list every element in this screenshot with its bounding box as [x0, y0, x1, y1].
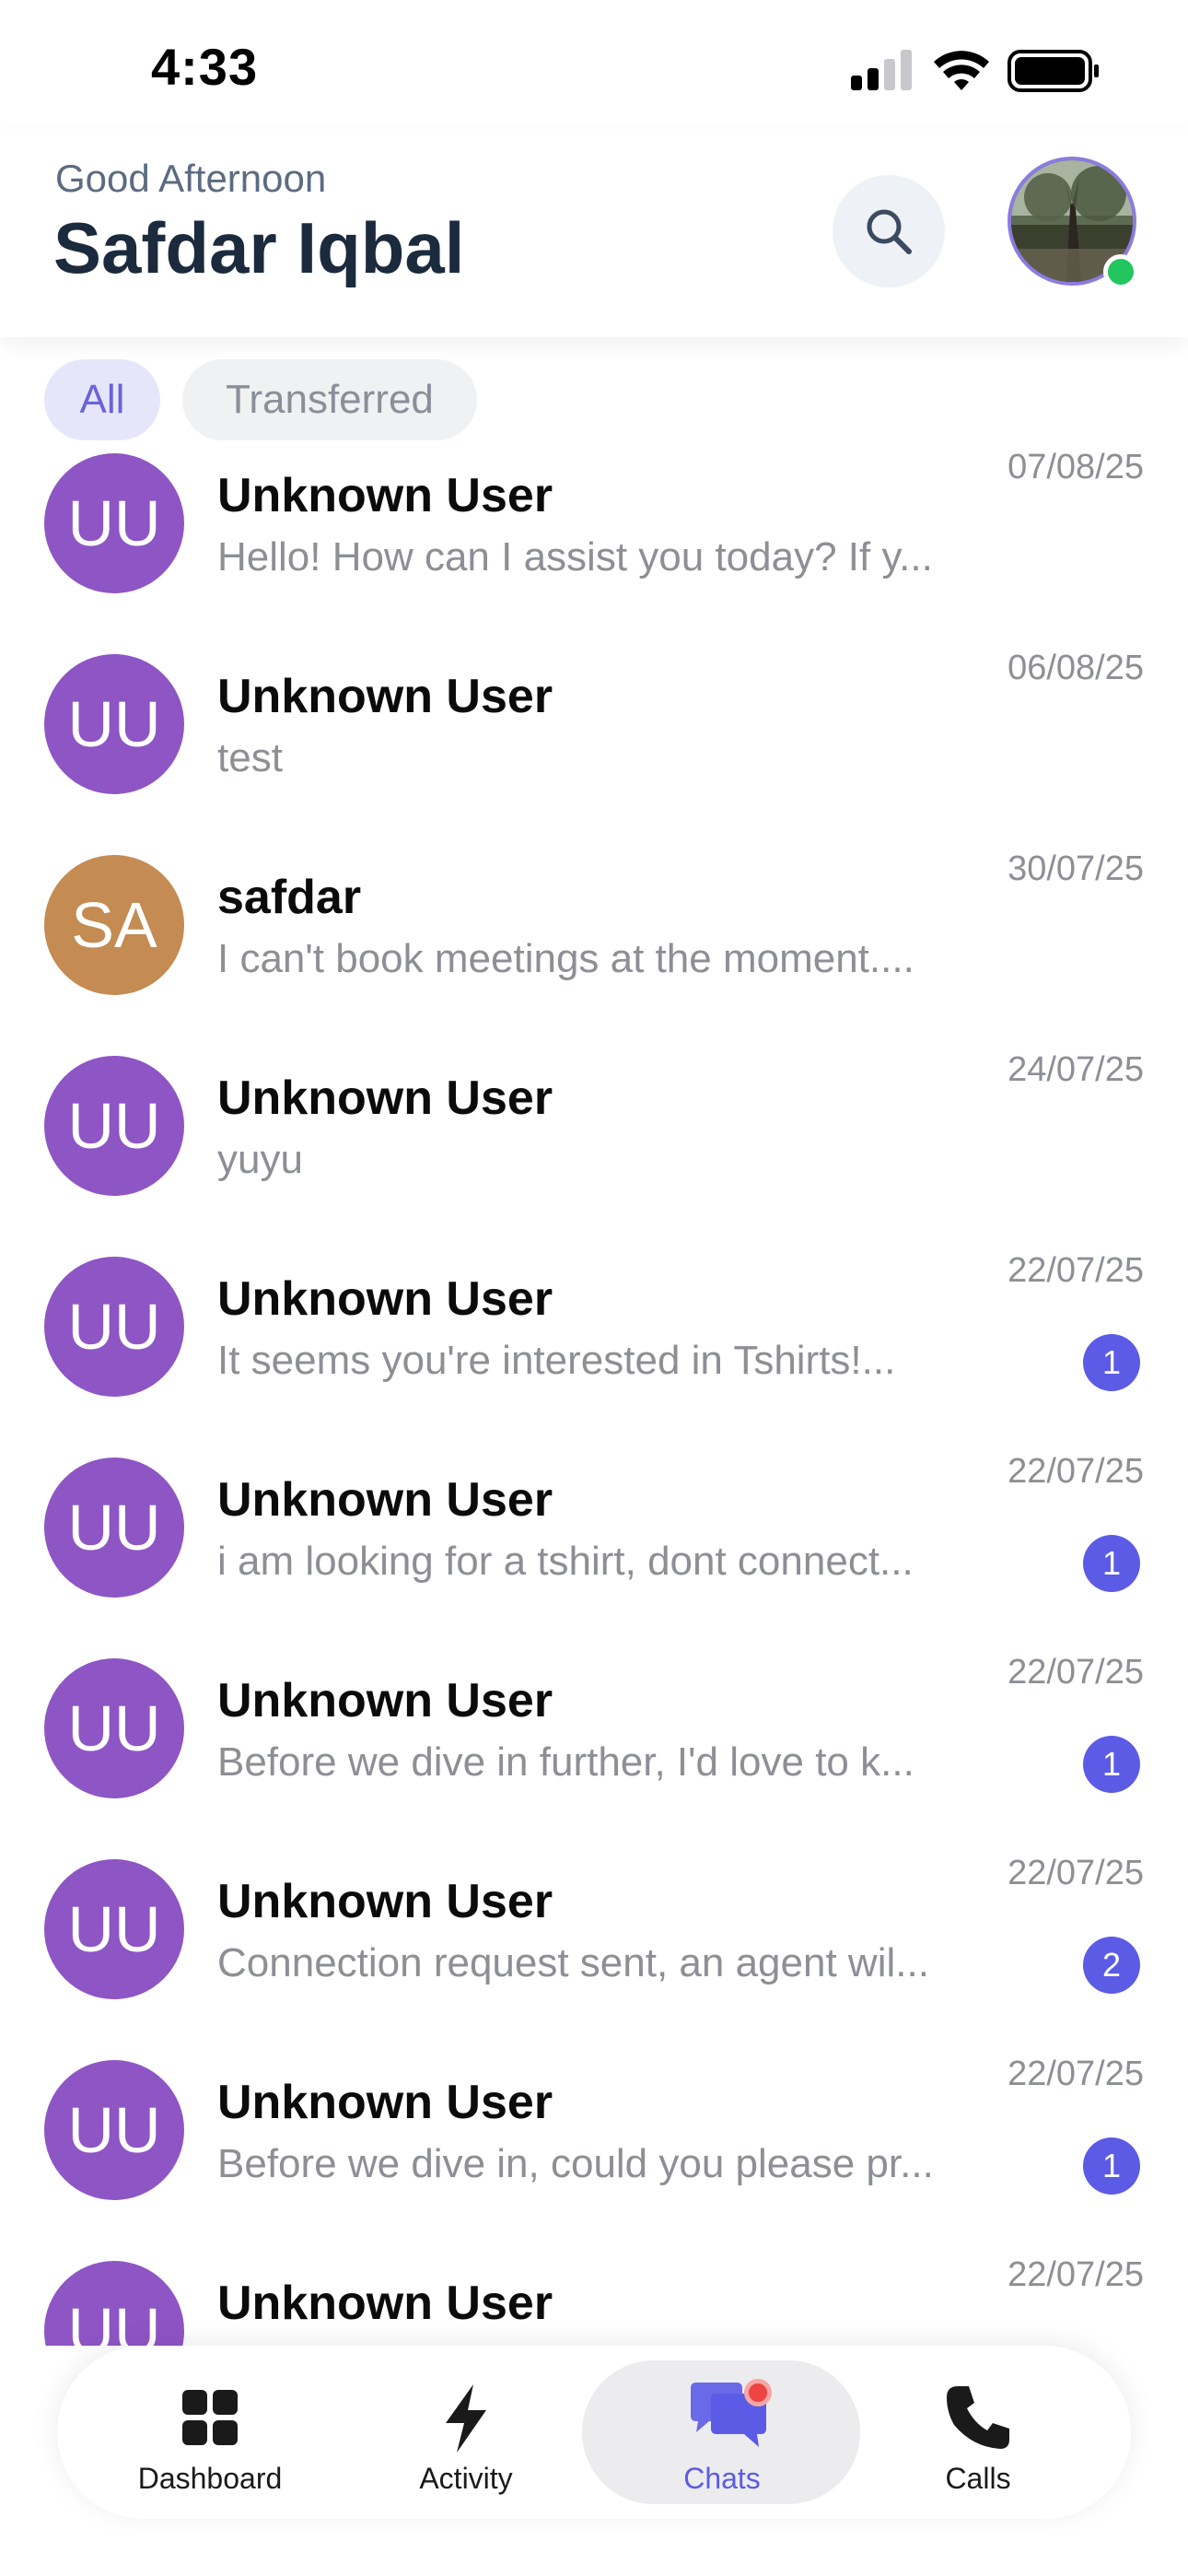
nav-label: Dashboard: [137, 2462, 283, 2495]
contact-name: Unknown User: [217, 1272, 553, 1326]
message-preview: yuyu: [217, 1137, 303, 1182]
signal-wifi-battery-icons: [851, 50, 1099, 92]
greeting-text: Good Afternoon: [55, 157, 327, 200]
unread-count-badge: 2: [1083, 1937, 1140, 1994]
message-date: 22/07/25: [1007, 1653, 1144, 1692]
nav-item-chats[interactable]: Chats: [584, 2346, 860, 2519]
filter-chip-all[interactable]: All: [44, 359, 160, 440]
chat-row[interactable]: UU Unknown User Before we dive in furthe…: [0, 1647, 1188, 1848]
message-date: 22/07/25: [1007, 1854, 1144, 1892]
chat-row[interactable]: UU Unknown User 22/07/25: [0, 2250, 1188, 2346]
contact-avatar: UU: [44, 1658, 184, 1798]
message-date: 24/07/25: [1007, 1050, 1144, 1089]
bottom-navigation: Dashboard Activity Chats Calls: [57, 2346, 1131, 2519]
chat-row[interactable]: UU Unknown User test 06/08/25: [0, 643, 1188, 844]
contact-avatar: UU: [44, 654, 184, 794]
search-icon: [867, 209, 912, 254]
wifi-icon: [934, 51, 989, 90]
nav-label: Calls: [945, 2462, 1011, 2495]
search-button[interactable]: [833, 175, 945, 287]
contact-name: Unknown User: [217, 1875, 553, 1928]
chat-bubbles-icon: [683, 2379, 772, 2456]
chat-list: UU Unknown User Hello! How can I assist …: [0, 442, 1188, 2346]
online-status-dot: [1103, 254, 1138, 289]
unread-count-badge: 1: [1083, 2137, 1140, 2195]
filter-chips: All Transferred: [0, 359, 1188, 442]
message-preview: Connection request sent, an agent wil...: [217, 1940, 929, 1985]
contact-avatar: UU: [44, 1056, 184, 1196]
contact-avatar: UU: [44, 1257, 184, 1397]
chat-row[interactable]: UU Unknown User Hello! How can I assist …: [0, 442, 1188, 643]
message-date: 30/07/25: [1007, 849, 1144, 888]
message-preview: I can't book meetings at the moment....: [217, 936, 914, 981]
chat-row[interactable]: UU Unknown User i am looking for a tshir…: [0, 1446, 1188, 1647]
chat-row[interactable]: UU Unknown User Connection request sent,…: [0, 1848, 1188, 2049]
unread-count-badge: 1: [1083, 1736, 1140, 1793]
filter-chip-transferred[interactable]: Transferred: [182, 359, 477, 440]
chat-row[interactable]: UU Unknown User It seems you're interest…: [0, 1246, 1188, 1446]
contact-avatar: UU: [44, 2261, 184, 2346]
user-name: Safdar Iqbal: [53, 207, 465, 288]
message-preview: test: [217, 735, 283, 780]
lightning-icon: [427, 2379, 505, 2456]
notification-dot: [744, 2379, 772, 2406]
unread-count-badge: 1: [1083, 1334, 1140, 1391]
contact-name: Unknown User: [217, 1071, 553, 1125]
profile-avatar[interactable]: [1007, 157, 1138, 289]
contact-name: Unknown User: [217, 1674, 553, 1727]
battery-icon: [1007, 50, 1099, 92]
status-time: 4:33: [151, 38, 259, 96]
contact-name: Unknown User: [217, 670, 553, 723]
message-date: 22/07/25: [1007, 1251, 1144, 1290]
nav-label: Chats: [683, 2462, 761, 2495]
message-date: 22/07/25: [1007, 2255, 1144, 2294]
message-date: 07/08/25: [1007, 448, 1144, 486]
message-preview: It seems you're interested in Tshirts!..…: [217, 1338, 896, 1383]
chat-row[interactable]: UU Unknown User Before we dive in, could…: [0, 2049, 1188, 2250]
cellular-signal-icon: [851, 50, 912, 90]
app-header: Good Afternoon Safdar Iqbal: [0, 129, 1188, 337]
unread-count-badge: 1: [1083, 1535, 1140, 1592]
contact-name: Unknown User: [217, 1473, 553, 1527]
message-preview: Before we dive in further, I'd love to k…: [217, 1739, 914, 1785]
status-icons: [851, 48, 1100, 94]
contact-name: Unknown User: [217, 2076, 553, 2129]
message-preview: i am looking for a tshirt, dont connect.…: [217, 1539, 914, 1584]
chat-row[interactable]: UU Unknown User yuyu 24/07/25: [0, 1045, 1188, 1246]
message-preview: Before we dive in, could you please pr..…: [217, 2141, 934, 2186]
contact-avatar: UU: [44, 1458, 184, 1598]
contact-avatar: UU: [44, 1859, 184, 1999]
contact-avatar: UU: [44, 453, 184, 593]
contact-name: safdar: [217, 871, 362, 924]
contact-name: Unknown User: [217, 469, 553, 522]
contact-avatar: UU: [44, 2060, 184, 2200]
message-date: 22/07/25: [1007, 2055, 1144, 2093]
status-bar: 4:33: [0, 0, 1188, 129]
chat-row[interactable]: SA safdar I can't book meetings at the m…: [0, 844, 1188, 1045]
nav-item-calls[interactable]: Calls: [840, 2346, 1116, 2519]
grid-icon: [171, 2379, 249, 2456]
message-date: 06/08/25: [1007, 649, 1144, 687]
nav-item-activity[interactable]: Activity: [328, 2346, 604, 2519]
message-date: 22/07/25: [1007, 1452, 1144, 1491]
nav-label: Activity: [419, 2462, 513, 2495]
message-preview: Hello! How can I assist you today? If y.…: [217, 534, 933, 580]
nav-item-dashboard[interactable]: Dashboard: [72, 2346, 348, 2519]
contact-avatar: SA: [44, 855, 184, 995]
phone-icon: [939, 2379, 1017, 2456]
contact-name: Unknown User: [217, 2277, 553, 2330]
